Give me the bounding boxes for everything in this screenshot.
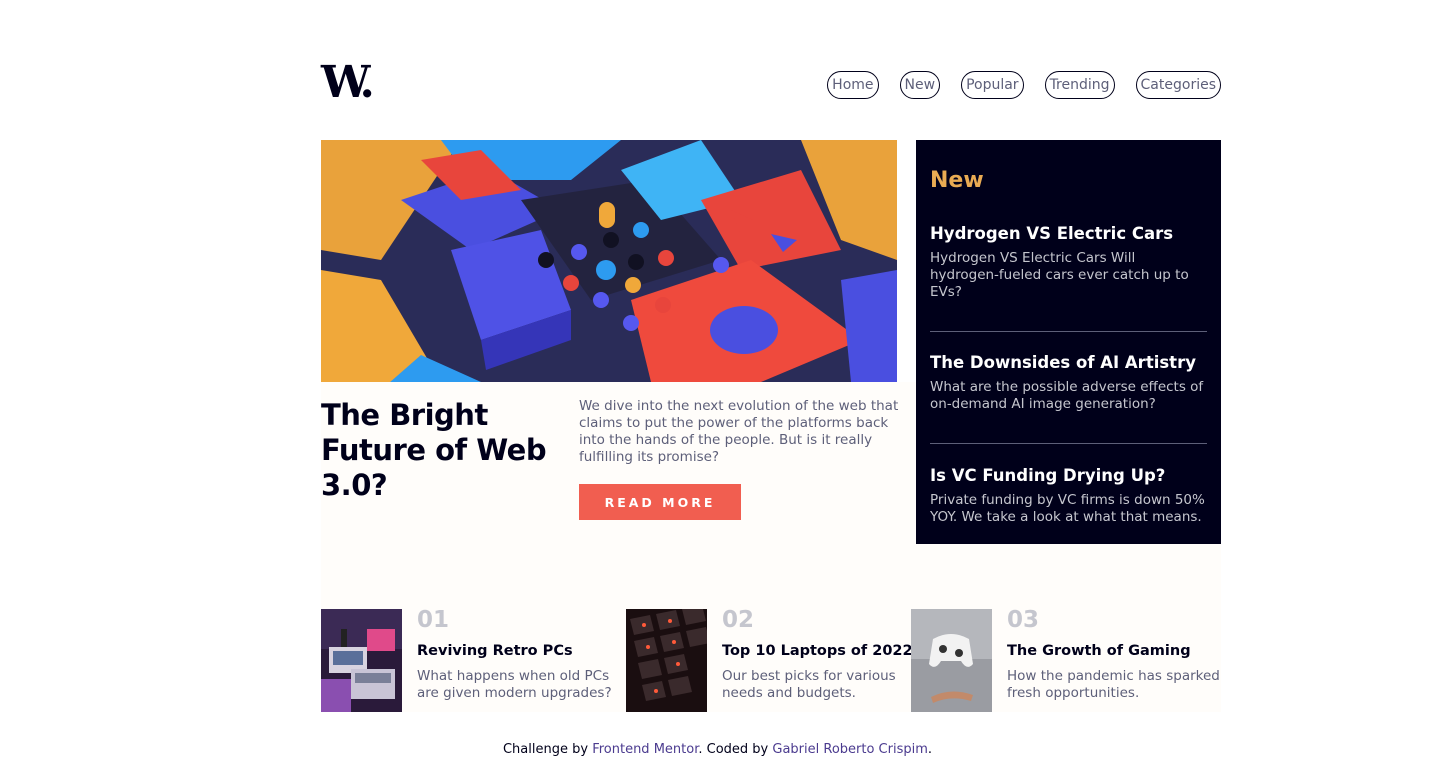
nav-new[interactable]: New	[899, 71, 941, 99]
article-title[interactable]: The Growth of Gaming	[1007, 643, 1191, 659]
footer-prefix: Challenge by	[502, 742, 593, 757]
hero-image	[321, 140, 897, 382]
author-link[interactable]: Gabriel Roberto Crispim	[772, 742, 928, 757]
news-title[interactable]: Hydrogen VS Electric Cars	[930, 224, 1207, 244]
news-item[interactable]: The Downsides of AI Artistry What are th…	[930, 353, 1207, 413]
news-title[interactable]: Is VC Funding Drying Up?	[930, 466, 1207, 486]
footer-suffix: .	[927, 742, 933, 757]
read-more-button[interactable]: READ MORE	[579, 484, 741, 520]
article-description: How the pandemic has sparked fresh oppor…	[1007, 668, 1220, 701]
news-divider	[930, 331, 1207, 332]
footer-middle: . Coded by	[698, 742, 773, 757]
news-description: Hydrogen VS Electric Cars Will hydrogen-…	[930, 250, 1189, 300]
new-heading: New	[930, 168, 984, 193]
nav-popular[interactable]: Popular	[961, 71, 1024, 99]
footer: Challenge by Frontend Mentor. Coded by G…	[0, 742, 1435, 757]
frontend-mentor-link[interactable]: Frontend Mentor	[592, 742, 698, 757]
site-logo[interactable]: W.	[321, 58, 375, 108]
article-title[interactable]: Reviving Retro PCs	[417, 643, 573, 659]
article-number: 01	[417, 607, 450, 633]
nav-home[interactable]: Home	[827, 71, 879, 99]
news-title[interactable]: The Downsides of AI Artistry	[930, 353, 1207, 373]
news-description: What are the possible adverse effects of…	[930, 379, 1204, 412]
article-title[interactable]: Top 10 Laptops of 2022	[722, 643, 913, 659]
news-item[interactable]: Is VC Funding Drying Up? Private funding…	[930, 466, 1207, 526]
main-nav: Home New Popular Trending Categories	[827, 71, 1221, 99]
hero-description: We dive into the next evolution of the w…	[579, 398, 899, 465]
nav-trending[interactable]: Trending	[1044, 71, 1115, 99]
laptop-keyboard-thumbnail	[626, 609, 707, 712]
nav-categories[interactable]: Categories	[1135, 71, 1221, 99]
hero-title: The Bright Future of Web 3.0?	[321, 398, 547, 502]
news-divider	[930, 443, 1207, 444]
retro-pc-thumbnail	[321, 609, 402, 712]
article-description: Our best picks for various needs and bud…	[722, 668, 896, 701]
article-number: 02	[722, 607, 755, 633]
news-description: Private funding by VC firms is down 50% …	[930, 492, 1205, 525]
article-number: 03	[1007, 607, 1040, 633]
game-controller-thumbnail	[911, 609, 992, 712]
news-item[interactable]: Hydrogen VS Electric Cars Hydrogen VS El…	[930, 224, 1207, 301]
article-description: What happens when old PCs are given mode…	[417, 668, 612, 701]
